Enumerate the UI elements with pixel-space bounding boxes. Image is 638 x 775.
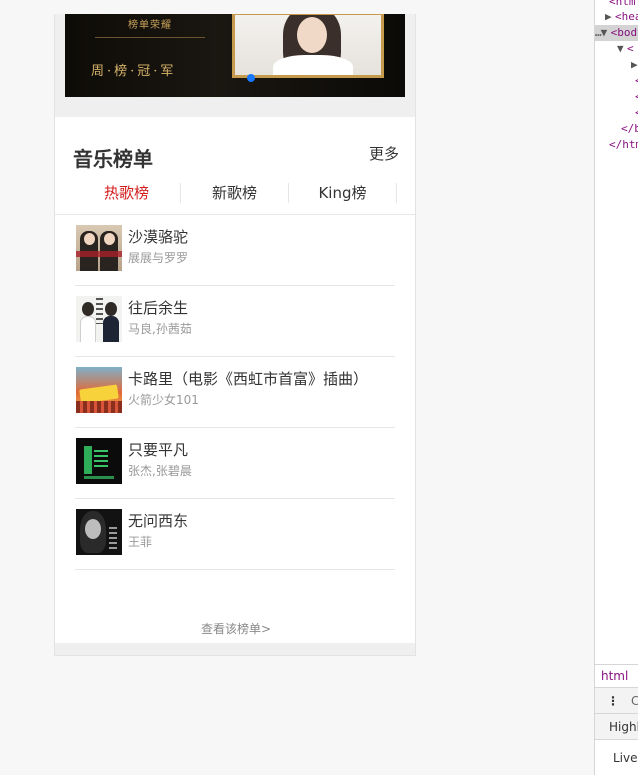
song-name: 沙漠骆驼 [128,228,189,246]
tab-highlights[interactable]: Highl [595,714,638,740]
song-artist: 展展与罗罗 [128,251,189,265]
album-cover [76,438,122,484]
list-item[interactable]: 沙漠骆驼 展展与罗罗 [75,215,395,286]
song-artist: 火箭少女101 [128,393,199,407]
banner-slogan: 周·榜·冠·军 [91,64,177,79]
album-cover [76,509,122,555]
page-bottom-bar [55,643,415,655]
list-item[interactable]: 卡路里（电影《西虹市首富》插曲） 火箭少女101 [75,357,395,428]
mobile-page: 榜单荣耀 周·榜·冠·军 音乐榜单 更多 热歌榜 新歌榜 King榜 沙漠骆驼 … [54,14,416,656]
dom-node-child[interactable]: ▼ < [617,41,634,57]
album-cover [76,296,122,342]
section-header: 音乐榜单 更多 [55,117,415,171]
song-artist: 王菲 [128,535,153,549]
banner-logo-text: 榜单荣耀 [95,16,205,38]
breadcrumb[interactable]: html [595,665,638,688]
banner-carousel[interactable]: 榜单荣耀 周·榜·冠·军 [65,14,405,97]
more-menu-icon[interactable]: ⋮ [607,688,619,714]
dom-node-head[interactable]: ▶<head> [605,9,638,25]
album-cover [76,225,122,271]
song-name: 无问西东 [128,512,189,530]
album-cover [76,367,122,413]
devtools-panel: <html> ▶<head> …▼<body> ▼< ▶ < < < </bod… [594,0,638,775]
dom-node-child[interactable]: ▶ [631,57,638,73]
tab-king[interactable]: King榜 [289,183,397,203]
toolbar-item[interactable]: C [631,688,638,714]
song-name: 往后余生 [128,299,189,317]
song-list: 沙漠骆驼 展展与罗罗 往后余生 马良,孙茜茹 卡路里（电影《西虹市首富》插曲） … [55,215,415,570]
dom-node-body[interactable]: …▼<body> [595,25,638,41]
list-item[interactable]: 无问西东 王菲 [75,499,395,570]
tab-hot-songs[interactable]: 热歌榜 [73,183,181,203]
song-artist: 张杰,张碧晨 [128,464,192,478]
dom-node-html-close[interactable]: </html> [609,137,638,153]
tab-new-songs[interactable]: 新歌榜 [181,183,289,203]
song-name: 只要平凡 [128,441,189,459]
dom-node-body-close[interactable]: </body> [621,121,638,137]
banner-photo [232,14,384,78]
view-all-link[interactable]: 查看该榜单> [55,620,415,637]
devtools-toolbar: ⋮ C [595,688,638,714]
list-item[interactable]: 往后余生 马良,孙茜茹 [75,286,395,357]
song-artist: 马良,孙茜茹 [128,322,192,336]
carousel-dot-active[interactable] [247,74,255,82]
more-link[interactable]: 更多 [369,143,399,164]
live-label: Live [595,740,638,775]
list-item[interactable]: 只要平凡 张杰,张碧晨 [75,428,395,499]
banner-section: 榜单荣耀 周·榜·冠·军 [55,14,415,117]
devtools-bottom-pane: html ⋮ C Highl Live [595,664,638,775]
chart-tabs: 热歌榜 新歌榜 King榜 [55,165,415,215]
song-name: 卡路里（电影《西虹市首富》插曲） [128,370,369,388]
